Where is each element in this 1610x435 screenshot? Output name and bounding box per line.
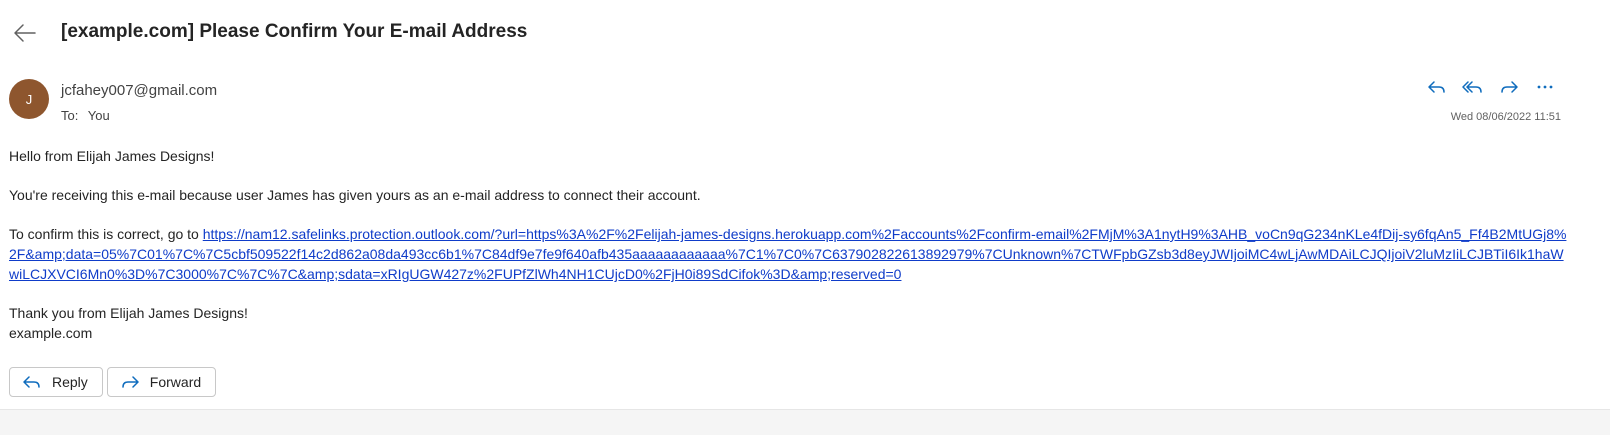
reply-icon — [22, 374, 42, 390]
back-button[interactable] — [10, 20, 40, 46]
reply-icon — [1428, 81, 1445, 93]
back-arrow-icon — [14, 24, 36, 42]
greeting-text: Hello from Elijah James Designs! — [9, 148, 215, 164]
forward-icon-button[interactable] — [1494, 76, 1524, 98]
email-reading-pane: [example.com] Please Confirm Your E-mail… — [0, 0, 1610, 435]
sender-email[interactable]: jcfahey007@gmail.com — [61, 82, 217, 99]
signature-text: example.com — [9, 325, 93, 341]
forward-button[interactable]: Forward — [106, 367, 217, 397]
email-subject: [example.com] Please Confirm Your E-mail… — [61, 21, 528, 42]
avatar: J — [9, 79, 49, 119]
reply-all-icon — [1462, 81, 1482, 93]
message-date: Wed 08/06/2022 11:51 — [1450, 111, 1561, 123]
confirm-prefix-text: To confirm this is correct, go to — [9, 226, 203, 242]
forward-icon — [1501, 81, 1518, 93]
thanks-text: Thank you from Elijah James Designs! — [9, 305, 248, 321]
reply-forward-buttons: Reply Forward — [9, 367, 217, 397]
reply-button[interactable]: Reply — [9, 367, 103, 397]
message-body: Hello from Elijah James Designs! You're … — [9, 146, 1569, 343]
pane-footer — [0, 409, 1610, 435]
forward-icon — [120, 374, 140, 390]
confirm-paragraph: To confirm this is correct, go to https:… — [9, 224, 1569, 284]
reply-button-label: Reply — [52, 374, 88, 390]
reason-text: You're receiving this e-mail because use… — [9, 187, 701, 203]
reply-all-icon-button[interactable] — [1458, 76, 1488, 98]
to-label: To: — [61, 108, 79, 123]
recipient-line: To: You — [61, 108, 110, 123]
confirm-link[interactable]: https://nam12.safelinks.protection.outlo… — [9, 226, 1566, 282]
avatar-initial: J — [25, 91, 33, 107]
to-recipient[interactable]: You — [88, 108, 110, 123]
message-actions — [1422, 76, 1560, 98]
forward-button-label: Forward — [149, 374, 202, 390]
more-icon — [1537, 85, 1553, 89]
reply-icon-button[interactable] — [1422, 76, 1452, 98]
more-actions-button[interactable] — [1530, 76, 1560, 98]
